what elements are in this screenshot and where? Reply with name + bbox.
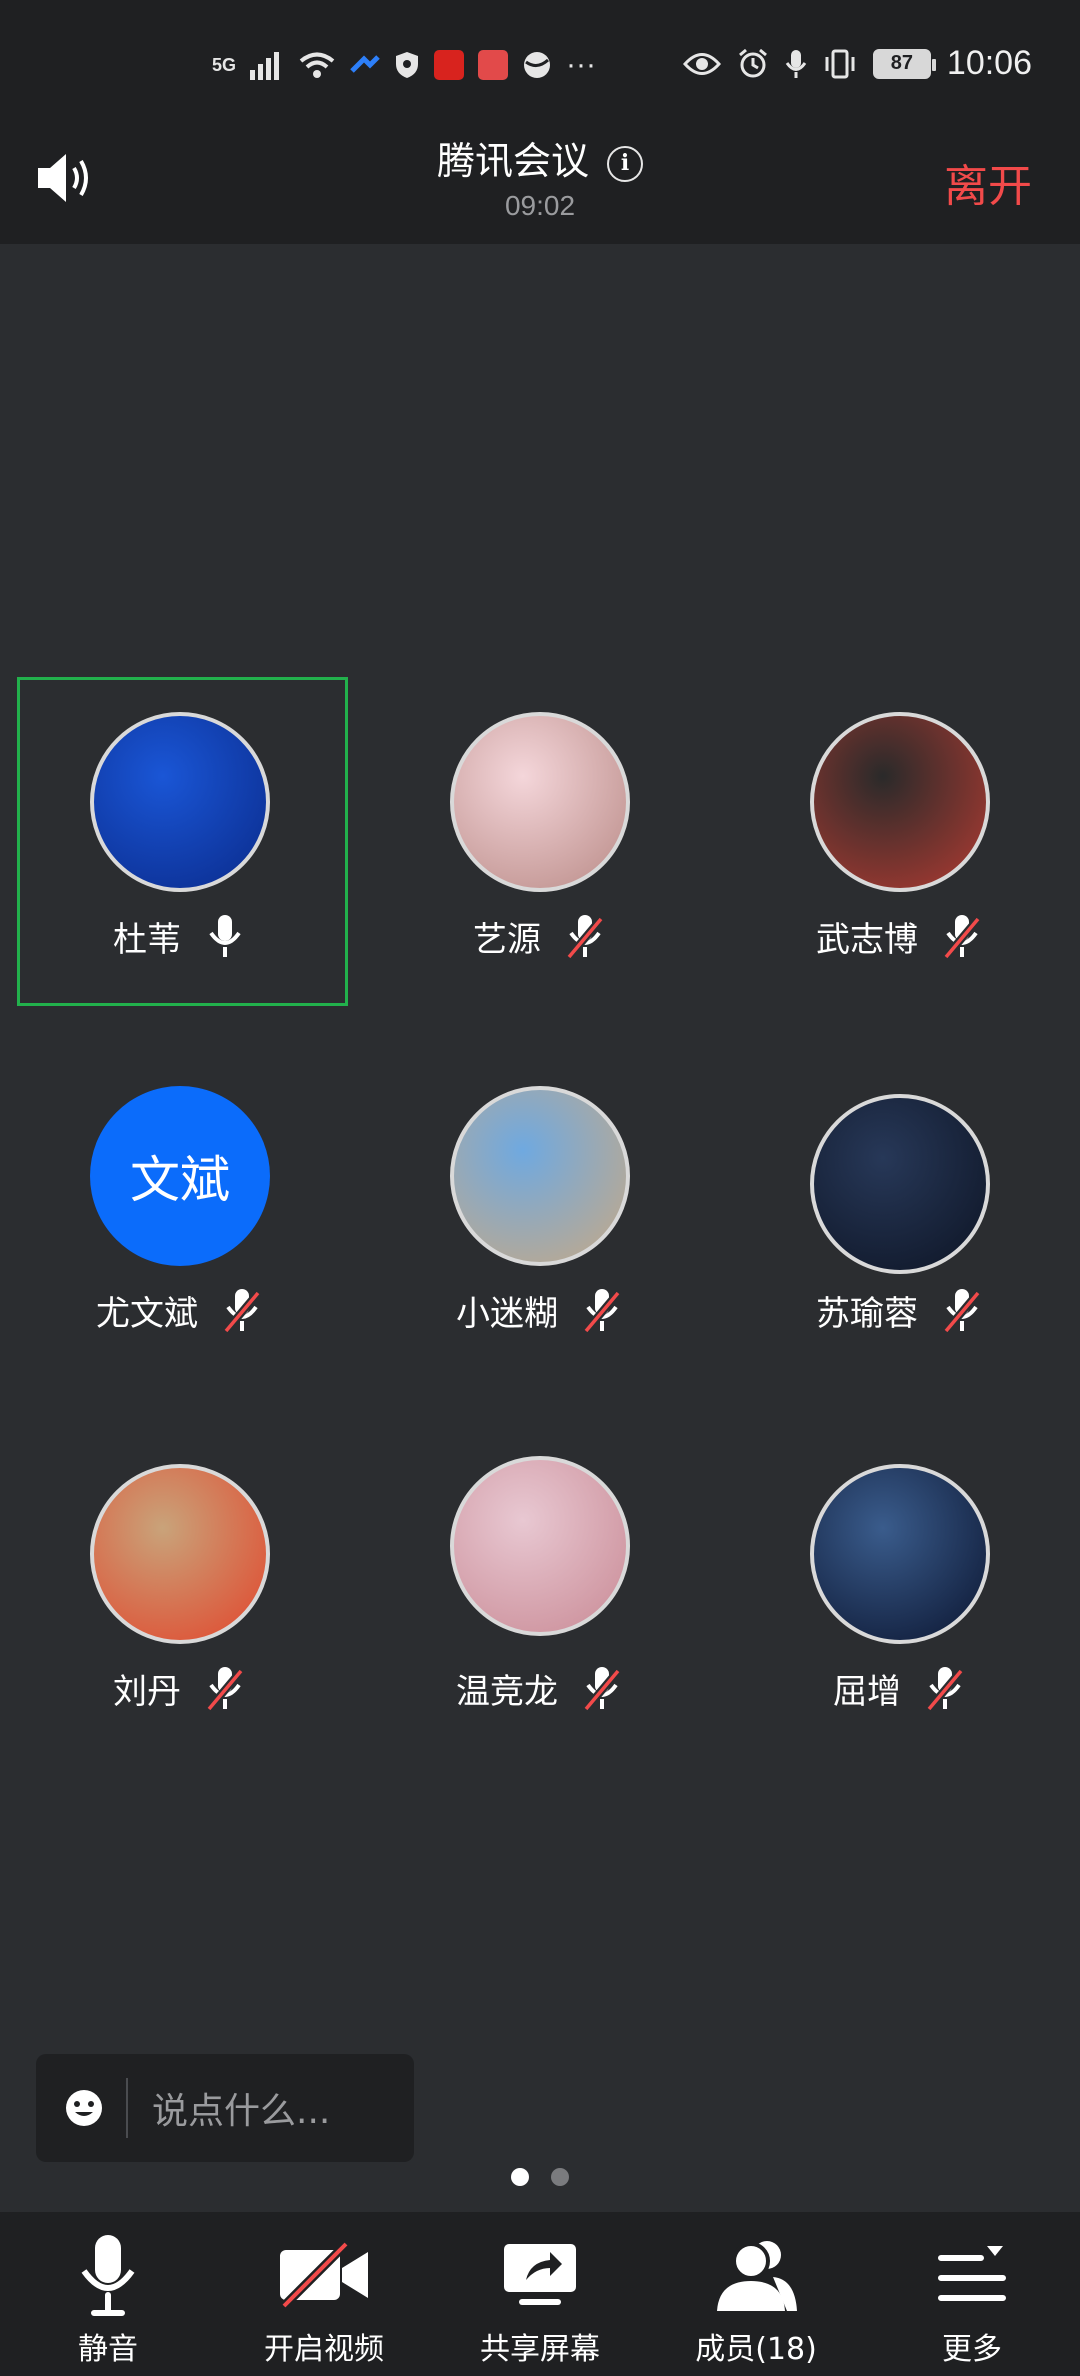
participant-tile[interactable]: 屈增 <box>720 1402 1080 1782</box>
start-video-button[interactable]: 开启视频 <box>216 2212 432 2376</box>
book-app-icon <box>478 50 509 80</box>
network-label: 5G <box>212 54 237 75</box>
meeting-title[interactable]: 腾讯会议 i <box>0 130 1080 185</box>
avatar <box>810 712 990 892</box>
avatar <box>810 1464 990 1644</box>
battery-indicator: 87 <box>872 48 936 79</box>
vibrate-icon <box>825 49 855 78</box>
mute-label: 静音 <box>78 2332 138 2367</box>
clock: 10:06 <box>946 44 1032 82</box>
participant-tile[interactable]: 艺源 <box>360 650 720 1030</box>
participant-name: 苏瑜蓉 <box>816 1294 918 1334</box>
participant-tile[interactable]: 杜苇 <box>0 650 360 1030</box>
avatar <box>90 712 270 892</box>
participant-name-row: 温竞龙 <box>360 1664 720 1713</box>
participant-name: 武志博 <box>816 920 918 960</box>
participant-tile[interactable]: 文斌尤文斌 <box>0 1024 360 1404</box>
participant-name-row: 刘丹 <box>0 1664 360 1713</box>
participant-name: 温竞龙 <box>456 1672 558 1712</box>
chat-input[interactable]: 说点什么... <box>36 2054 414 2162</box>
participant-name-row: 小迷糊 <box>360 1286 720 1335</box>
alarm-icon <box>738 48 767 77</box>
video-off-icon <box>280 2240 368 2310</box>
avatar <box>90 1464 270 1644</box>
meeting-title-text: 腾讯会议 <box>436 139 589 183</box>
participant-name-row: 武志博 <box>720 912 1080 961</box>
cloud-icon <box>350 55 380 73</box>
participant-name-row: 杜苇 <box>0 912 360 961</box>
participant-name-row: 屈增 <box>720 1664 1080 1713</box>
mic-on-icon <box>209 914 241 957</box>
mic-muted-icon <box>942 1288 982 1334</box>
participant-name: 刘丹 <box>113 1672 181 1712</box>
mic-muted-icon <box>925 1666 965 1712</box>
participant-name-row: 艺源 <box>360 912 720 961</box>
mic-muted-icon <box>565 914 605 960</box>
avatar: 文斌 <box>90 1086 270 1266</box>
chat-placeholder: 说点什么... <box>152 2091 331 2132</box>
share-screen-button[interactable]: 共享屏幕 <box>432 2212 648 2376</box>
participant-name: 小迷糊 <box>456 1294 558 1334</box>
mic-muted-icon <box>582 1666 622 1712</box>
page-dot-1[interactable] <box>511 2168 529 2186</box>
more-menu-icon <box>938 2246 1006 2301</box>
participant-name: 杜苇 <box>113 920 181 960</box>
members-icon <box>717 2241 797 2311</box>
emoji-icon[interactable] <box>64 2088 104 2128</box>
shield-icon <box>396 52 419 78</box>
mic-status-icon <box>785 49 807 78</box>
info-icon[interactable]: i <box>607 146 643 182</box>
meeting-header: 腾讯会议 i 09:02 离开 <box>0 100 1080 244</box>
more-label: 更多 <box>942 2332 1002 2367</box>
participant-name: 艺源 <box>473 920 541 960</box>
avatar <box>810 1094 990 1274</box>
avatar <box>450 712 630 892</box>
participant-name-row: 苏瑜蓉 <box>720 1286 1080 1335</box>
eye-icon <box>682 52 721 75</box>
microphone-icon <box>81 2235 135 2316</box>
mic-muted-icon <box>205 1666 245 1712</box>
page-dot-2[interactable] <box>551 2168 569 2186</box>
avatar <box>450 1456 630 1636</box>
browser-icon <box>524 52 551 78</box>
avatar <box>450 1086 630 1266</box>
mute-button[interactable]: 静音 <box>0 2212 216 2376</box>
more-notifications-icon: ··· <box>566 48 596 81</box>
members-button[interactable]: 成员(18) <box>648 2212 864 2376</box>
leave-button[interactable]: 离开 <box>944 150 1032 214</box>
mic-muted-icon <box>222 1288 262 1334</box>
status-icons-left: 5G ··· <box>212 48 596 82</box>
mic-muted-icon <box>582 1288 622 1334</box>
mic-muted-icon <box>942 914 982 960</box>
wifi-icon <box>299 52 335 78</box>
participant-tile[interactable]: 小迷糊 <box>360 1024 720 1404</box>
status-icons-right: 87 10:06 <box>682 44 1032 83</box>
share-screen-icon <box>504 2244 576 2305</box>
study-app-icon <box>434 50 465 80</box>
start-video-label: 开启视频 <box>264 2332 384 2367</box>
participant-tile[interactable]: 温竞龙 <box>360 1402 720 1782</box>
participant-tile[interactable]: 刘丹 <box>0 1402 360 1782</box>
page-indicator <box>0 2168 1080 2186</box>
participant-name: 尤文斌 <box>96 1294 198 1334</box>
participant-tile[interactable]: 武志博 <box>720 650 1080 1030</box>
meeting-timer: 09:02 <box>504 190 576 221</box>
participant-name: 屈增 <box>833 1672 901 1712</box>
more-button[interactable]: 更多 <box>864 2212 1080 2376</box>
signal-icon <box>250 52 280 80</box>
bottom-toolbar: 静音 开启视频 共享屏幕 成员(18) 更多 <box>0 2212 1080 2376</box>
participant-name-row: 尤文斌 <box>0 1286 360 1335</box>
participant-tile[interactable]: 苏瑜蓉 <box>720 1024 1080 1404</box>
share-screen-label: 共享屏幕 <box>480 2332 600 2367</box>
chat-divider <box>126 2078 128 2138</box>
members-label: 成员(18) <box>695 2332 817 2367</box>
